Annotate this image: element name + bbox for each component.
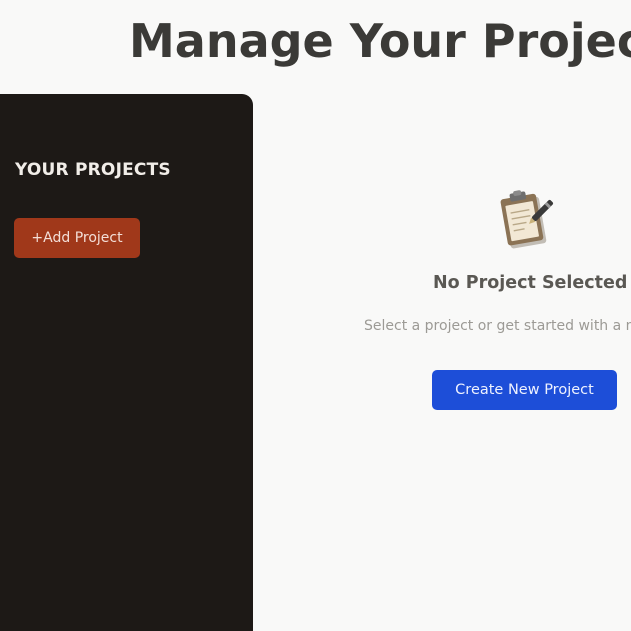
- add-project-button[interactable]: +Add Project: [14, 218, 140, 258]
- clipboard-icon: [493, 188, 559, 254]
- projects-sidebar: YOUR PROJECTS +Add Project: [0, 94, 253, 631]
- app-page: Manage Your Projects YOUR PROJECTS +Add …: [0, 0, 631, 631]
- create-new-project-button[interactable]: Create New Project: [432, 370, 617, 410]
- main-content: No Project Selected Select a project or …: [253, 94, 631, 631]
- empty-state-title: No Project Selected: [433, 273, 628, 293]
- page-title: Manage Your Projects: [129, 14, 631, 68]
- empty-state-text: Select a project or get started with a n…: [364, 318, 631, 334]
- sidebar-heading: YOUR PROJECTS: [15, 160, 171, 180]
